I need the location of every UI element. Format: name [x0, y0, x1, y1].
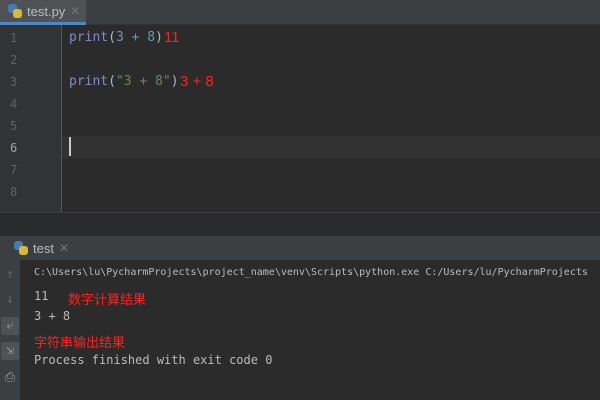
- tab-test-py[interactable]: test.py ✕: [0, 0, 86, 25]
- code-line-1[interactable]: print(3 + 8): [69, 30, 163, 45]
- line-number: 2: [10, 53, 18, 67]
- line-number: 5: [10, 119, 18, 133]
- run-tab-bar: test ✕: [0, 236, 600, 260]
- run-tab-test[interactable]: test ✕: [14, 236, 69, 260]
- line-number: 1: [10, 31, 18, 45]
- console-output-line: 11: [34, 289, 49, 303]
- code-line-3[interactable]: print("3 + 8"): [69, 74, 179, 89]
- python-icon: [14, 241, 28, 255]
- line-number: 8: [10, 185, 18, 199]
- line-number: 7: [10, 163, 18, 177]
- annotation-string-result: 字符串输出结果: [34, 335, 126, 350]
- close-icon[interactable]: ✕: [70, 4, 80, 18]
- console-output-line: 3 + 8: [34, 309, 71, 323]
- soft-wrap-icon[interactable]: ⤶: [1, 317, 19, 335]
- code-paren: (: [108, 74, 116, 89]
- annotation-result-2: 3 + 8: [180, 73, 214, 90]
- down-arrow-icon[interactable]: ↓: [1, 291, 19, 309]
- code-paren: (: [108, 30, 116, 45]
- run-toolbar: ↑ ↓ ⤶ ⇲ ⎙: [0, 260, 21, 400]
- scroll-to-end-icon[interactable]: ⇲: [1, 342, 19, 360]
- console-exit-message: Process finished with exit code 0: [34, 353, 273, 367]
- line-number: 6: [10, 141, 18, 155]
- code-fn: print: [69, 74, 109, 89]
- line-number: 3: [10, 75, 18, 89]
- code-paren: ): [170, 74, 179, 89]
- code-editor[interactable]: 1 2 3 4 5 6 7 8 print(3 + 8) 11 print("3…: [0, 25, 600, 212]
- current-line-highlight: [62, 136, 600, 158]
- tab-label: test.py: [27, 3, 66, 19]
- annotation-number-result: 数字计算结果: [68, 292, 147, 307]
- up-arrow-icon[interactable]: ↑: [1, 266, 19, 284]
- console-command: C:\Users\lu\PycharmProjects\project_name…: [34, 267, 588, 278]
- run-tab-label: test: [33, 240, 54, 256]
- line-gutter: 1 2 3 4 5 6 7 8: [0, 25, 62, 212]
- code-paren: ): [155, 30, 163, 45]
- text-caret: [69, 137, 71, 156]
- editor-tab-bar: test.py ✕: [0, 0, 600, 25]
- code-arg: 3 + 8: [115, 30, 156, 45]
- panel-divider[interactable]: [0, 212, 600, 236]
- code-fn: print: [69, 30, 109, 45]
- annotation-result-1: 11: [164, 29, 180, 46]
- line-number: 4: [10, 97, 18, 111]
- code-arg: "3 + 8": [115, 74, 171, 89]
- close-icon[interactable]: ✕: [59, 241, 69, 255]
- print-icon[interactable]: ⎙: [1, 369, 19, 387]
- python-file-icon: [8, 4, 22, 18]
